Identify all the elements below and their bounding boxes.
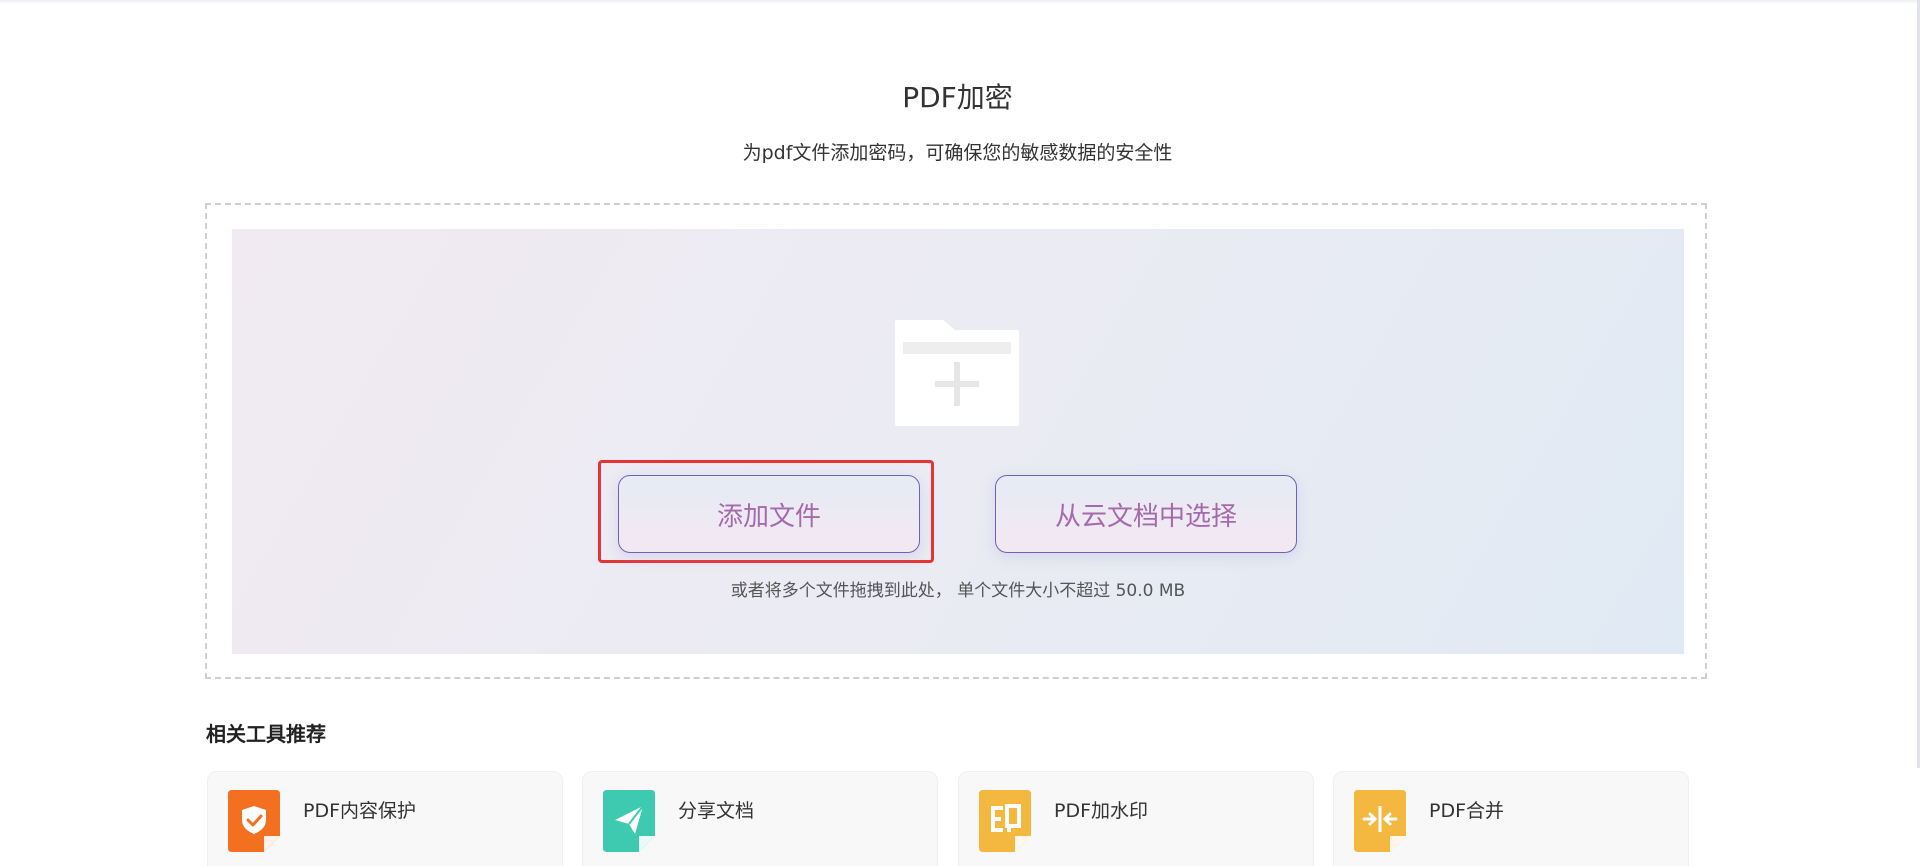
tool-label: PDF加水印: [1054, 800, 1149, 822]
tool-label: PDF内容保护: [303, 800, 417, 822]
shield-check-icon: [228, 790, 280, 852]
add-file-label: 添加文件: [716, 501, 821, 532]
page-title: PDF加密: [902, 81, 1013, 114]
tool-label: 分享文档: [678, 800, 755, 822]
choose-from-cloud-label: 从云文档中选择: [1054, 501, 1237, 532]
stamp-icon: [979, 790, 1031, 852]
choose-from-cloud-button[interactable]: 从云文档中选择: [995, 475, 1297, 553]
pdf-encrypt-page: PDF加密 为pdf文件添加密码，可确保您的敏感数据的安全性 添加文件 从云文档…: [0, 0, 1920, 866]
paper-plane-icon: [603, 790, 655, 852]
upload-hint: 或者将多个文件拖拽到此处， 单个文件大小不超过 50.0 MB: [730, 581, 1186, 601]
tool-card-pdf-watermark[interactable]: PDF加水印: [958, 771, 1314, 866]
top-shadow: [0, 0, 1920, 4]
related-tools-title: 相关工具推荐: [206, 722, 326, 746]
folder-add-icon: [895, 320, 1019, 426]
merge-icon: [1354, 790, 1406, 852]
page-subtitle: 为pdf文件添加密码，可确保您的敏感数据的安全性: [742, 142, 1173, 164]
tool-card-pdf-content-protect[interactable]: PDF内容保护: [207, 771, 563, 866]
tool-card-pdf-merge[interactable]: PDF合并: [1333, 771, 1689, 866]
add-file-button[interactable]: 添加文件: [618, 475, 920, 553]
tool-card-share-document[interactable]: 分享文档: [582, 771, 938, 866]
tool-label: PDF合并: [1429, 800, 1505, 822]
